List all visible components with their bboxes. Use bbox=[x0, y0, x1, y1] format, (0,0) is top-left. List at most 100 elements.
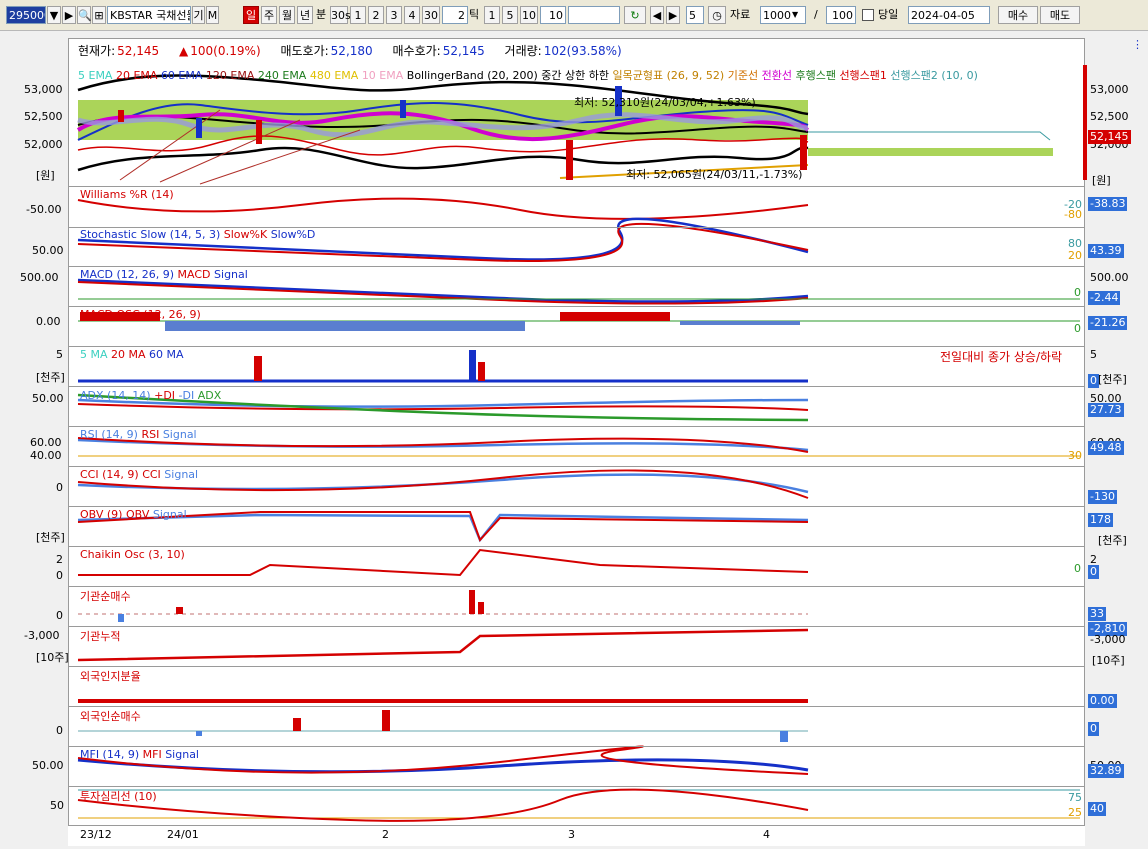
chaikin-lv: 0 bbox=[1074, 562, 1081, 575]
change-up-icon: ▲ bbox=[179, 44, 189, 58]
sep bbox=[68, 426, 1085, 427]
name-btn-2[interactable]: M bbox=[206, 6, 219, 24]
toolbar: 295000 ▼ ▶ 🔍 ⊞ KBSTAR 국채선물 기 M 일 주 월 년 분… bbox=[0, 0, 1148, 31]
name-btn-1[interactable]: 기 bbox=[192, 6, 205, 24]
refresh-icon[interactable]: ↻ bbox=[624, 6, 646, 24]
period-year-button[interactable]: 년 bbox=[297, 6, 313, 24]
mfi-line-label: MFI bbox=[142, 748, 162, 761]
adx-name: ADX (14, 14) bbox=[80, 389, 151, 402]
foreign-net-title: 외국인순매수 bbox=[80, 710, 141, 723]
rsi-lv: 30 bbox=[1068, 449, 1082, 462]
period-month-button[interactable]: 월 bbox=[279, 6, 295, 24]
inst-net-title: 기관순매수 bbox=[80, 590, 131, 603]
price-tick-3: 52,000 bbox=[24, 138, 63, 151]
chart-icon[interactable]: ⊞ bbox=[92, 6, 106, 24]
legend-ichimoku: 일목균형표 (26, 9, 52) bbox=[612, 69, 725, 82]
macd-title: MACD (12, 26, 9) MACD Signal bbox=[80, 268, 248, 281]
inst-cum-title: 기관누적 bbox=[80, 630, 121, 643]
search-icon[interactable]: 🔍 bbox=[77, 6, 92, 24]
cci-value: -130 bbox=[1088, 490, 1117, 504]
chaikin-title: Chaikin Osc (3, 10) bbox=[80, 548, 185, 561]
tick-input[interactable]: 2 bbox=[442, 6, 468, 24]
stoch-title: Stochastic Slow (14, 5, 3) Slow%K Slow%D bbox=[80, 228, 315, 241]
sep bbox=[68, 546, 1085, 547]
minute-30-button[interactable]: 30 bbox=[422, 6, 440, 24]
count-input[interactable]: 5 bbox=[686, 6, 704, 24]
minute-4-button[interactable]: 4 bbox=[404, 6, 420, 24]
legend-lagging-span: 후행스팬 bbox=[795, 69, 836, 82]
obv-name: OBV (9) bbox=[80, 508, 123, 521]
stoch-d-label: Slow%D bbox=[270, 228, 316, 241]
volume-title: 5 MA 20 MA 60 MA bbox=[80, 348, 184, 361]
stoch-lv2: 20 bbox=[1068, 249, 1082, 262]
vol-ma5-label: 5 MA bbox=[80, 348, 108, 361]
today-label: 당일 bbox=[878, 8, 899, 21]
obv-line-label: OBV bbox=[125, 508, 150, 521]
cci-tick: 0 bbox=[56, 481, 63, 494]
bid-label: 매수호가: bbox=[392, 44, 441, 58]
code-dropdown-icon[interactable]: ▼ bbox=[47, 6, 61, 24]
blank-input[interactable] bbox=[568, 6, 620, 24]
max-note: 최저: 52,310원(24/03/04,+1.63%) bbox=[574, 96, 756, 109]
price-rtick-2: 52,500 bbox=[1090, 110, 1129, 123]
data-label: 자료 bbox=[730, 8, 751, 21]
adx-mdi-label: -DI bbox=[178, 389, 195, 402]
num-input[interactable]: 10 bbox=[540, 6, 566, 24]
ask-price: 52,180 bbox=[330, 44, 373, 58]
macdosc-tick: 0.00 bbox=[36, 315, 61, 328]
legend-middle: 중간 bbox=[541, 69, 562, 82]
minute-1-button[interactable]: 1 bbox=[350, 6, 366, 24]
date-label-jan: 24/01 bbox=[167, 828, 199, 841]
willr-title: Williams %R (14) bbox=[80, 188, 174, 201]
obv-unit: [천주] bbox=[36, 531, 65, 544]
sell-button[interactable]: 매도 bbox=[1040, 6, 1080, 24]
buy-button[interactable]: 매수 bbox=[998, 6, 1038, 24]
sep bbox=[68, 706, 1085, 707]
volume-unit: [천주] bbox=[36, 371, 65, 384]
legend-60ema: 60 EMA bbox=[160, 69, 203, 82]
scroll-right-icon[interactable]: ▶ bbox=[666, 6, 680, 24]
macd-name: MACD (12, 26, 9) bbox=[80, 268, 175, 281]
volume-note: 전일대비 종가 상승/하락 bbox=[940, 350, 1063, 364]
price-info-bar: 현재가: 52,145 ▲ 100(0.19%) 매도호가: 52,180 매수호가:… bbox=[78, 42, 638, 58]
date-picker[interactable]: 2024-04-05 bbox=[908, 6, 990, 24]
volume-rtick: 5 bbox=[1090, 348, 1097, 361]
price-tick-1: 53,000 bbox=[24, 83, 63, 96]
stoch-k-label: Slow%K bbox=[223, 228, 268, 241]
num-1-button[interactable]: 1 bbox=[484, 6, 500, 24]
sep bbox=[68, 786, 1085, 787]
current-price: 52,145 bbox=[117, 44, 160, 58]
adx-pdi-label: +DI bbox=[154, 389, 176, 402]
macd-lv: 0 bbox=[1074, 286, 1081, 299]
stock-name-field[interactable]: KBSTAR 국채선물 bbox=[107, 6, 191, 24]
legend-480ema: 480 EMA bbox=[309, 69, 359, 82]
sep bbox=[68, 746, 1085, 747]
today-checkbox[interactable] bbox=[862, 9, 874, 21]
clock-icon[interactable]: ◷ bbox=[708, 6, 726, 24]
settings-icon[interactable]: ⋮ bbox=[1132, 38, 1143, 51]
legend-lower: 하한 bbox=[588, 69, 610, 82]
adx-title: ADX (14, 14) +DI -DI ADX bbox=[80, 389, 221, 402]
data-total-input[interactable]: 100 bbox=[826, 6, 856, 24]
sep bbox=[68, 186, 1085, 187]
volume-tick: 5 bbox=[56, 348, 63, 361]
stock-code-input[interactable]: 295000 bbox=[6, 6, 46, 24]
chart-area[interactable] bbox=[68, 38, 1085, 844]
minute-30s-button[interactable]: 30s bbox=[330, 6, 351, 24]
period-week-button[interactable]: 주 bbox=[261, 6, 277, 24]
macdosc-lv: 0 bbox=[1074, 322, 1081, 335]
num-5-button[interactable]: 5 bbox=[502, 6, 518, 24]
cci-name: CCI (14, 9) bbox=[80, 468, 139, 481]
foreign-ratio-title: 외국인지분율 bbox=[80, 670, 141, 683]
scroll-left-icon[interactable]: ◀ bbox=[650, 6, 664, 24]
rsi-line-label: RSI bbox=[141, 428, 160, 441]
minute-3-button[interactable]: 3 bbox=[386, 6, 402, 24]
data-count-dropdown-icon[interactable]: ▼ bbox=[792, 6, 804, 24]
period-day-button[interactable]: 일 bbox=[243, 6, 259, 24]
rsi-signal-label: Signal bbox=[162, 428, 197, 441]
minute-2-button[interactable]: 2 bbox=[368, 6, 384, 24]
next-arrow-icon[interactable]: ▶ bbox=[62, 6, 76, 24]
num-10-button[interactable]: 10 bbox=[520, 6, 538, 24]
chaikin-tick2: 0 bbox=[56, 569, 63, 582]
cci-title: CCI (14, 9) CCI Signal bbox=[80, 468, 198, 481]
